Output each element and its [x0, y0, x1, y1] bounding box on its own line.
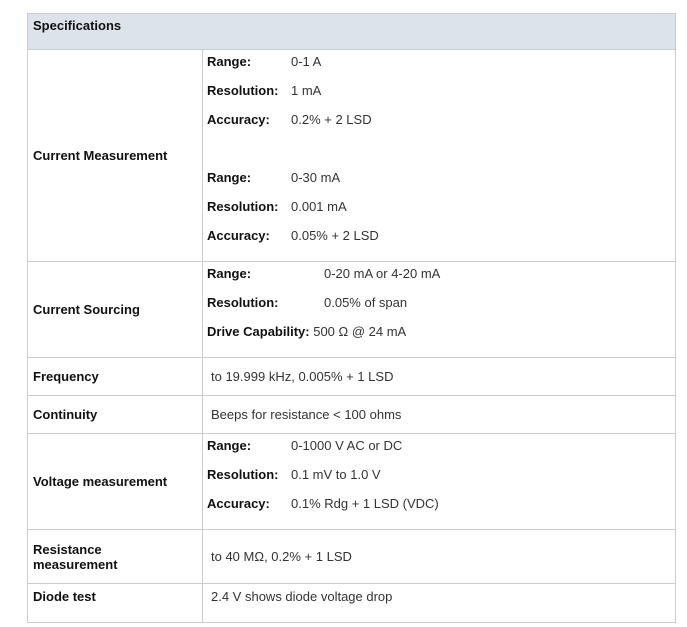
- table-row-diode-test: Diode test 2.4 V shows diode voltage dro…: [28, 584, 675, 622]
- row-label: Frequency: [28, 358, 203, 395]
- spec-line: Range: 0-1 A: [207, 54, 321, 70]
- spec-key: Range:: [207, 54, 252, 69]
- spec-key: Drive Capability:: [207, 324, 310, 339]
- spec-line: Resolution: 0.1 mV to 1.0 V: [207, 467, 381, 483]
- spec-value: 0.05% + 2 LSD: [291, 228, 379, 243]
- table-row-frequency: Frequency to 19.999 kHz, 0.005% + 1 LSD: [28, 358, 675, 396]
- spec-line: Drive Capability: 500 Ω @ 24 mA: [207, 324, 406, 340]
- row-value: Range: 0-1 A Resolution: 1 mA Accuracy: 0.2…: [203, 50, 675, 261]
- row-label: Voltage measurement: [28, 434, 203, 529]
- spec-key: Accuracy:: [207, 228, 270, 243]
- row-label: Resistance measurement: [28, 530, 203, 583]
- table-row-current-measurement: Current Measurement Range: 0-1 A Resoluti…: [28, 50, 675, 262]
- spec-key: Accuracy:: [207, 496, 270, 511]
- spec-value: 500 Ω @ 24 mA: [313, 324, 407, 339]
- row-value: Range: 0-20 mA or 4-20 mA Resolution: 0.05…: [203, 262, 675, 357]
- spec-text: 2.4 V shows diode voltage drop: [211, 589, 393, 604]
- row-value: Range: 0-1000 V AC or DC Resolution: 0.1 m…: [203, 434, 675, 529]
- spec-text: to 19.999 kHz, 0.005% + 1 LSD: [211, 369, 394, 384]
- table-row-voltage-measurement: Voltage measurement Range: 0-1000 V AC or…: [28, 434, 675, 530]
- spec-value: 0.1 mV to 1.0 V: [291, 467, 381, 482]
- row-label: Continuity: [28, 396, 203, 433]
- spec-key: Accuracy:: [207, 112, 270, 127]
- table-row-continuity: Continuity Beeps for resistance < 100 oh…: [28, 396, 675, 434]
- specifications-table: Specifications Current Measurement Range…: [27, 13, 676, 623]
- row-label: Current Measurement: [28, 50, 203, 261]
- spec-key: Range:: [207, 438, 252, 453]
- spec-line: Accuracy: 0.05% + 2 LSD: [207, 228, 379, 244]
- spec-line: Range: 0-30 mA: [207, 170, 340, 186]
- row-label: Diode test: [28, 584, 203, 622]
- spec-line: Accuracy: 0.2% + 2 LSD: [207, 112, 372, 128]
- spec-line: Resolution: 0.001 mA: [207, 199, 347, 215]
- row-value: 2.4 V shows diode voltage drop: [203, 584, 675, 622]
- row-value: Beeps for resistance < 100 ohms: [203, 396, 675, 433]
- spec-line: Resolution: 1 mA: [207, 83, 321, 99]
- spec-value: 0.2% + 2 LSD: [291, 112, 372, 127]
- table-row-resistance-measurement: Resistance measurement to 40 MΩ, 0.2% + …: [28, 530, 675, 584]
- spec-key: Range:: [207, 170, 252, 185]
- spec-key: Resolution:: [207, 295, 279, 310]
- spec-key: Resolution:: [207, 199, 279, 214]
- spec-value: 0.1% Rdg + 1 LSD (VDC): [291, 496, 439, 511]
- row-value: to 40 MΩ, 0.2% + 1 LSD: [203, 530, 675, 583]
- table-header: Specifications: [28, 14, 675, 50]
- row-value: to 19.999 kHz, 0.005% + 1 LSD: [203, 358, 675, 395]
- spec-key: Resolution:: [207, 467, 279, 482]
- spec-line: Accuracy: 0.1% Rdg + 1 LSD (VDC): [207, 496, 439, 512]
- spec-value: 0.001 mA: [291, 199, 347, 214]
- spec-value: 0-30 mA: [291, 170, 341, 185]
- spec-text: Beeps for resistance < 100 ohms: [211, 407, 402, 422]
- row-label: Current Sourcing: [28, 262, 203, 357]
- spec-text: to 40 MΩ, 0.2% + 1 LSD: [211, 549, 352, 564]
- spec-key: Range:: [207, 266, 252, 281]
- spec-value: 1 mA: [291, 83, 322, 98]
- table-row-current-sourcing: Current Sourcing Range: 0-20 mA or 4-20 m…: [28, 262, 675, 358]
- spec-value: 0-20 mA or 4-20 mA: [324, 266, 441, 281]
- spec-key: Resolution:: [207, 83, 279, 98]
- spec-line: Range: 0-20 mA or 4-20 mA: [207, 266, 440, 282]
- spec-value: 0-1000 V AC or DC: [291, 438, 403, 453]
- spec-line: Range: 0-1000 V AC or DC: [207, 438, 402, 454]
- spec-line: Resolution: 0.05% of span: [207, 295, 407, 311]
- spec-value: 0.05% of span: [324, 295, 408, 310]
- spec-value: 0-1 A: [291, 54, 322, 69]
